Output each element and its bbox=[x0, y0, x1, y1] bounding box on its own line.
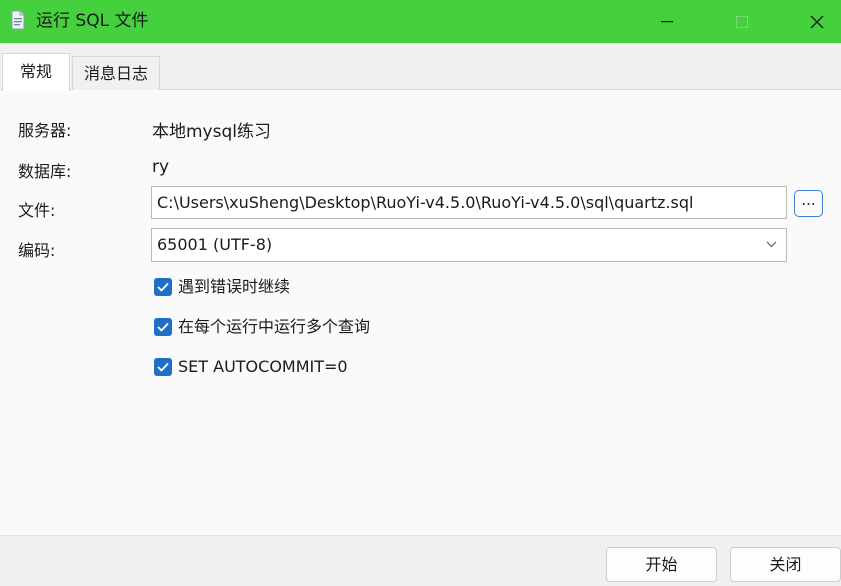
autocommit-checkbox[interactable] bbox=[154, 358, 172, 376]
continue-on-error-checkbox[interactable] bbox=[154, 278, 172, 296]
title-bar[interactable]: 运行 SQL 文件 bbox=[0, 0, 841, 43]
dialog-footer: 开始 关闭 bbox=[0, 535, 841, 586]
minimize-icon bbox=[661, 20, 673, 22]
database-label: 数据库: bbox=[18, 162, 72, 181]
encoding-selected-value: 65001 (UTF-8) bbox=[157, 235, 273, 254]
continue-on-error-label: 遇到错误时继续 bbox=[178, 277, 291, 296]
start-button[interactable]: 开始 bbox=[606, 547, 717, 582]
window-title: 运行 SQL 文件 bbox=[36, 11, 149, 31]
tab-message-log[interactable]: 消息日志 bbox=[72, 56, 160, 90]
document-icon bbox=[11, 10, 25, 30]
checkmark-icon bbox=[157, 362, 169, 372]
maximize-icon bbox=[736, 15, 748, 28]
close-icon bbox=[810, 15, 824, 28]
multiple-queries-checkbox[interactable] bbox=[154, 318, 172, 336]
file-path-input[interactable]: C:\Users\xuSheng\Desktop\RuoYi-v4.5.0\Ru… bbox=[151, 186, 787, 219]
file-label: 文件: bbox=[18, 201, 56, 220]
maximize-button[interactable] bbox=[719, 0, 765, 43]
tab-bar: 常规 消息日志 bbox=[0, 43, 841, 91]
encoding-select[interactable]: 65001 (UTF-8) bbox=[151, 228, 787, 262]
close-window-button[interactable] bbox=[794, 0, 840, 43]
database-value: ry bbox=[152, 157, 170, 177]
multiple-queries-label: 在每个运行中运行多个查询 bbox=[178, 317, 371, 336]
server-label: 服务器: bbox=[18, 121, 72, 140]
minimize-button[interactable] bbox=[644, 0, 690, 43]
tab-general[interactable]: 常规 bbox=[2, 53, 70, 91]
browse-file-button[interactable]: ... bbox=[794, 190, 823, 217]
chevron-down-icon bbox=[766, 241, 777, 248]
close-button[interactable]: 关闭 bbox=[730, 547, 841, 582]
general-panel: 服务器: 本地mysql练习 数据库: ry 文件: C:\Users\xuSh… bbox=[0, 90, 841, 535]
checkmark-icon bbox=[157, 282, 169, 292]
autocommit-label: SET AUTOCOMMIT=0 bbox=[178, 357, 348, 376]
encoding-label: 编码: bbox=[18, 241, 56, 260]
checkmark-icon bbox=[157, 322, 169, 332]
server-value: 本地mysql练习 bbox=[152, 122, 271, 142]
